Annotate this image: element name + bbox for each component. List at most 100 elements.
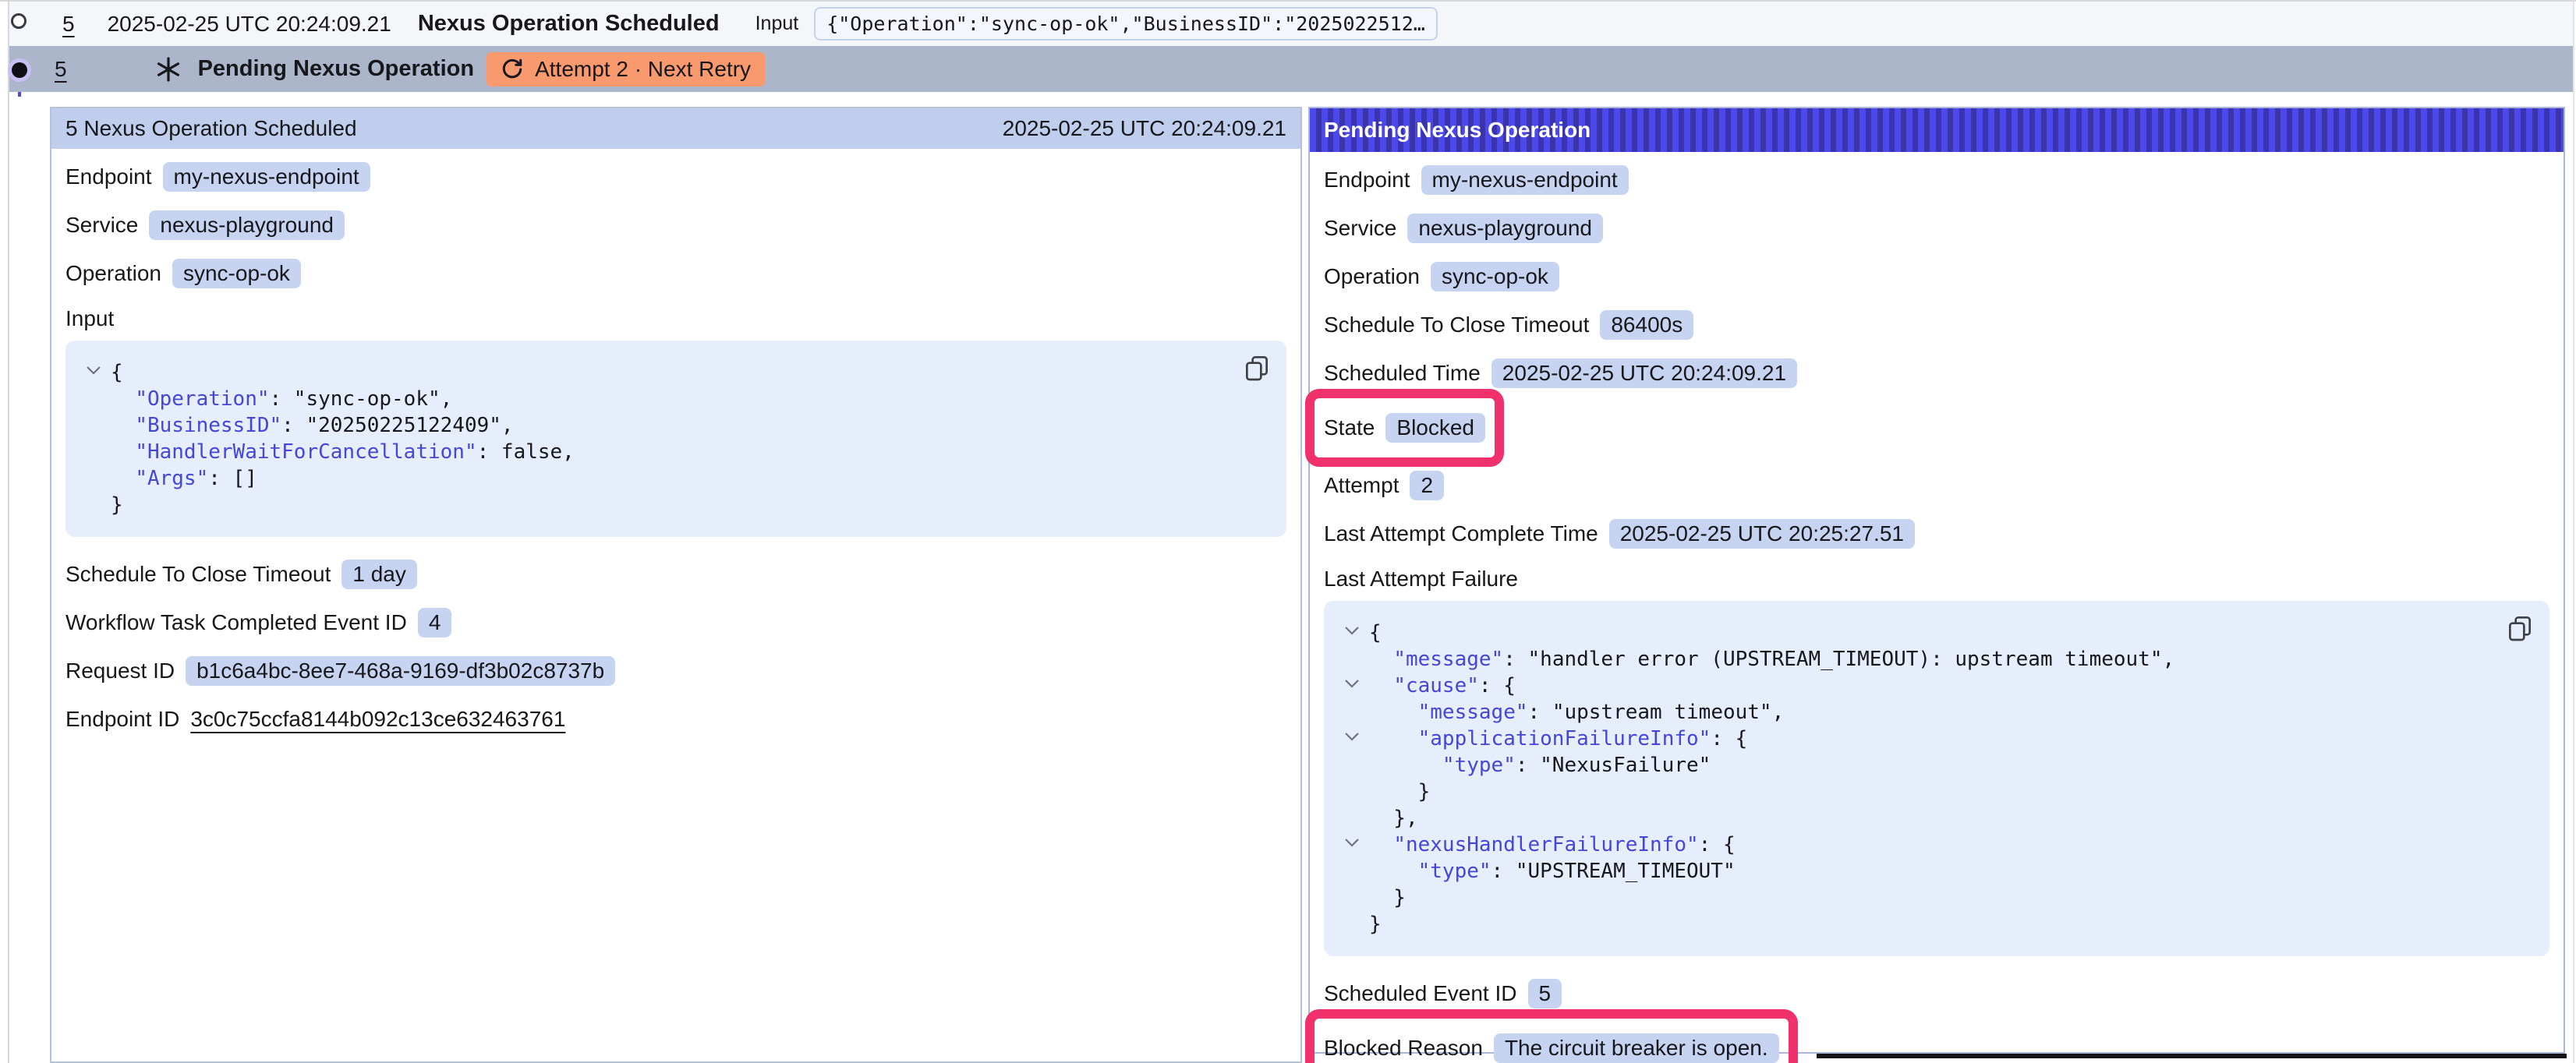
pending-operation-panel: Pending Nexus Operation Endpointmy-nexus… xyxy=(1308,107,2565,1054)
code-text: } xyxy=(1369,779,1430,805)
code-line: } xyxy=(76,492,1232,518)
scheduled-panel-title: 5 Nexus Operation Scheduled xyxy=(65,116,357,141)
field-value-chip: b1c6a4bc-8ee7-468a-9169-df3b02c8737b xyxy=(186,656,615,686)
field-value-chip: my-nexus-endpoint xyxy=(163,162,370,192)
field-value-link[interactable]: 3c0c75ccfa8144b092c13ce632463761 xyxy=(190,707,565,732)
field-value-chip: 86400s xyxy=(1600,310,1693,340)
collapse-chevron-icon[interactable] xyxy=(1335,673,1369,699)
code-gutter xyxy=(76,492,111,518)
field-row-scheduled-event-id: Scheduled Event ID 5 xyxy=(1324,976,1562,1011)
event-id-link[interactable]: 5 xyxy=(55,57,67,82)
field-row-workflow-task-completed-event-id: Workflow Task Completed Event ID4 xyxy=(65,606,451,640)
detail-panels: 5 Nexus Operation Scheduled 2025-02-25 U… xyxy=(50,107,2565,1063)
code-line: "type": "NexusFailure" xyxy=(1335,752,2495,779)
copy-icon[interactable] xyxy=(2507,615,2532,645)
code-text: } xyxy=(1369,885,1406,911)
field-row-endpoint: Endpointmy-nexus-endpoint xyxy=(65,160,370,194)
event-id-link[interactable]: 5 xyxy=(62,12,75,37)
pending-panel-body: Endpoint my-nexus-endpoint Servicenexus-pl… xyxy=(1310,152,2564,1063)
field-label: Last Attempt Complete Time xyxy=(1324,521,1598,546)
field-label: Endpoint xyxy=(1324,168,1410,192)
field-row-endpoint: Endpoint my-nexus-endpoint xyxy=(1324,163,1629,197)
retry-status-badge: Attempt 2 · Next Retry xyxy=(487,52,765,87)
code-gutter xyxy=(76,412,111,439)
history-row-pending[interactable]: 5 Pending Nexus Operation Attempt 2 · Ne… xyxy=(9,46,2573,92)
code-gutter xyxy=(76,386,111,412)
field-value-chip: nexus-playground xyxy=(149,210,345,240)
code-line: "Operation": "sync-op-ok", xyxy=(76,386,1232,412)
code-text: "HandlerWaitForCancellation": false, xyxy=(111,439,575,465)
field-row-schedule-to-close-timeout: Schedule To Close Timeout 1 day xyxy=(65,557,417,592)
code-line: } xyxy=(1335,779,2495,805)
field-value-chip: 5 xyxy=(1528,979,1562,1008)
page: 5 2025-02-25 UTC 20:24:09.21 Nexus Opera… xyxy=(0,0,2576,1063)
code-text: }, xyxy=(1369,805,1418,832)
field-row-service: Servicenexus-playground xyxy=(1324,211,1603,245)
code-text: "Operation": "sync-op-ok", xyxy=(111,386,452,412)
code-gutter xyxy=(76,465,111,492)
code-text: "applicationFailureInfo": { xyxy=(1369,726,1747,752)
code-gutter xyxy=(1335,885,1369,911)
input-section-label: Input xyxy=(65,306,1286,331)
field-value-chip: my-nexus-endpoint xyxy=(1421,165,1629,195)
history-row-scheduled[interactable]: 5 2025-02-25 UTC 20:24:09.21 Nexus Opera… xyxy=(9,2,2573,46)
scheduled-panel-body: Endpointmy-nexus-endpoint Service nexus-pl… xyxy=(51,149,1300,736)
code-line: }, xyxy=(1335,805,2495,832)
field-row-schedule-to-close-timeout: Schedule To Close Timeout86400s xyxy=(1324,308,1693,342)
field-value-chip: sync-op-ok xyxy=(1431,262,1559,291)
field-label: Scheduled Event ID xyxy=(1324,981,1517,1006)
collapse-chevron-icon[interactable] xyxy=(76,359,111,386)
bottom-divider xyxy=(1817,1054,2567,1058)
pending-operation-title: Pending Nexus Operation xyxy=(198,56,475,82)
field-value-chip: The circuit breaker is open. xyxy=(1494,1033,1779,1063)
field-row-last-attempt-complete-time: Last Attempt Complete Time 2025-02-25 UTC… xyxy=(1324,517,1915,551)
event-timestamp: 2025-02-25 UTC 20:24:09.21 xyxy=(108,12,391,37)
pending-asterisk-icon xyxy=(154,55,182,83)
code-gutter xyxy=(1335,752,1369,779)
field-row-attempt: Attempt2 xyxy=(1324,468,1444,503)
code-text: "Args": [] xyxy=(111,465,257,492)
field-label: Service xyxy=(65,213,138,238)
code-text: "message": "handler error (UPSTREAM_TIME… xyxy=(1369,646,2174,673)
code-gutter xyxy=(1335,699,1369,726)
retry-badge-label: Attempt 2 · Next Retry xyxy=(535,57,751,82)
input-preview-chip: {"Operation":"sync-op-ok","BusinessID":"… xyxy=(814,7,1438,41)
field-value-chip: Blocked xyxy=(1385,413,1485,443)
field-label: Schedule To Close Timeout xyxy=(65,562,331,587)
code-line: } xyxy=(1335,911,2495,938)
code-line: } xyxy=(1335,885,2495,911)
field-value-chip: sync-op-ok xyxy=(172,259,301,288)
code-line: "message": "upstream timeout", xyxy=(1335,699,2495,726)
code-text: } xyxy=(111,492,123,518)
code-line: "Args": [] xyxy=(76,465,1232,492)
field-value-chip: 1 day xyxy=(341,560,417,589)
scheduled-event-panel: 5 Nexus Operation Scheduled 2025-02-25 U… xyxy=(50,107,1302,1063)
field-value-chip: 4 xyxy=(418,608,452,637)
code-line: { xyxy=(1335,620,2495,646)
frame-left-border xyxy=(8,0,9,1063)
collapse-chevron-icon[interactable] xyxy=(1335,832,1369,858)
code-text: "cause": { xyxy=(1369,673,1516,699)
frame-right-border xyxy=(2573,0,2574,1063)
field-label: Attempt xyxy=(1324,473,1399,498)
collapse-chevron-icon[interactable] xyxy=(1335,726,1369,752)
code-gutter xyxy=(76,439,111,465)
code-text: { xyxy=(111,359,123,386)
code-gutter xyxy=(1335,646,1369,673)
field-row-blocked-reason: Blocked Reason The circuit breaker is ope… xyxy=(1324,1031,1779,1063)
code-line: "applicationFailureInfo": { xyxy=(1335,726,2495,752)
code-text: "nexusHandlerFailureInfo": { xyxy=(1369,832,1736,858)
field-label: State xyxy=(1324,415,1375,440)
code-text: "type": "UPSTREAM_TIMEOUT" xyxy=(1369,858,1736,885)
event-name: Nexus Operation Scheduled xyxy=(418,11,720,37)
field-label: Operation xyxy=(65,261,161,286)
input-json-block: { "Operation": "sync-op-ok", "BusinessID… xyxy=(65,341,1286,537)
timeline-filled-dot-icon xyxy=(12,62,27,78)
field-label: Endpoint ID xyxy=(65,707,179,732)
collapse-chevron-icon[interactable] xyxy=(1335,620,1369,646)
field-value-chip: 2025-02-25 UTC 20:25:27.51 xyxy=(1609,519,1915,549)
field-row-operation: Operation sync-op-ok xyxy=(65,256,301,291)
copy-icon[interactable] xyxy=(1244,355,1269,385)
field-label: Blocked Reason xyxy=(1324,1036,1483,1061)
field-row-state: State Blocked xyxy=(1324,411,1485,445)
